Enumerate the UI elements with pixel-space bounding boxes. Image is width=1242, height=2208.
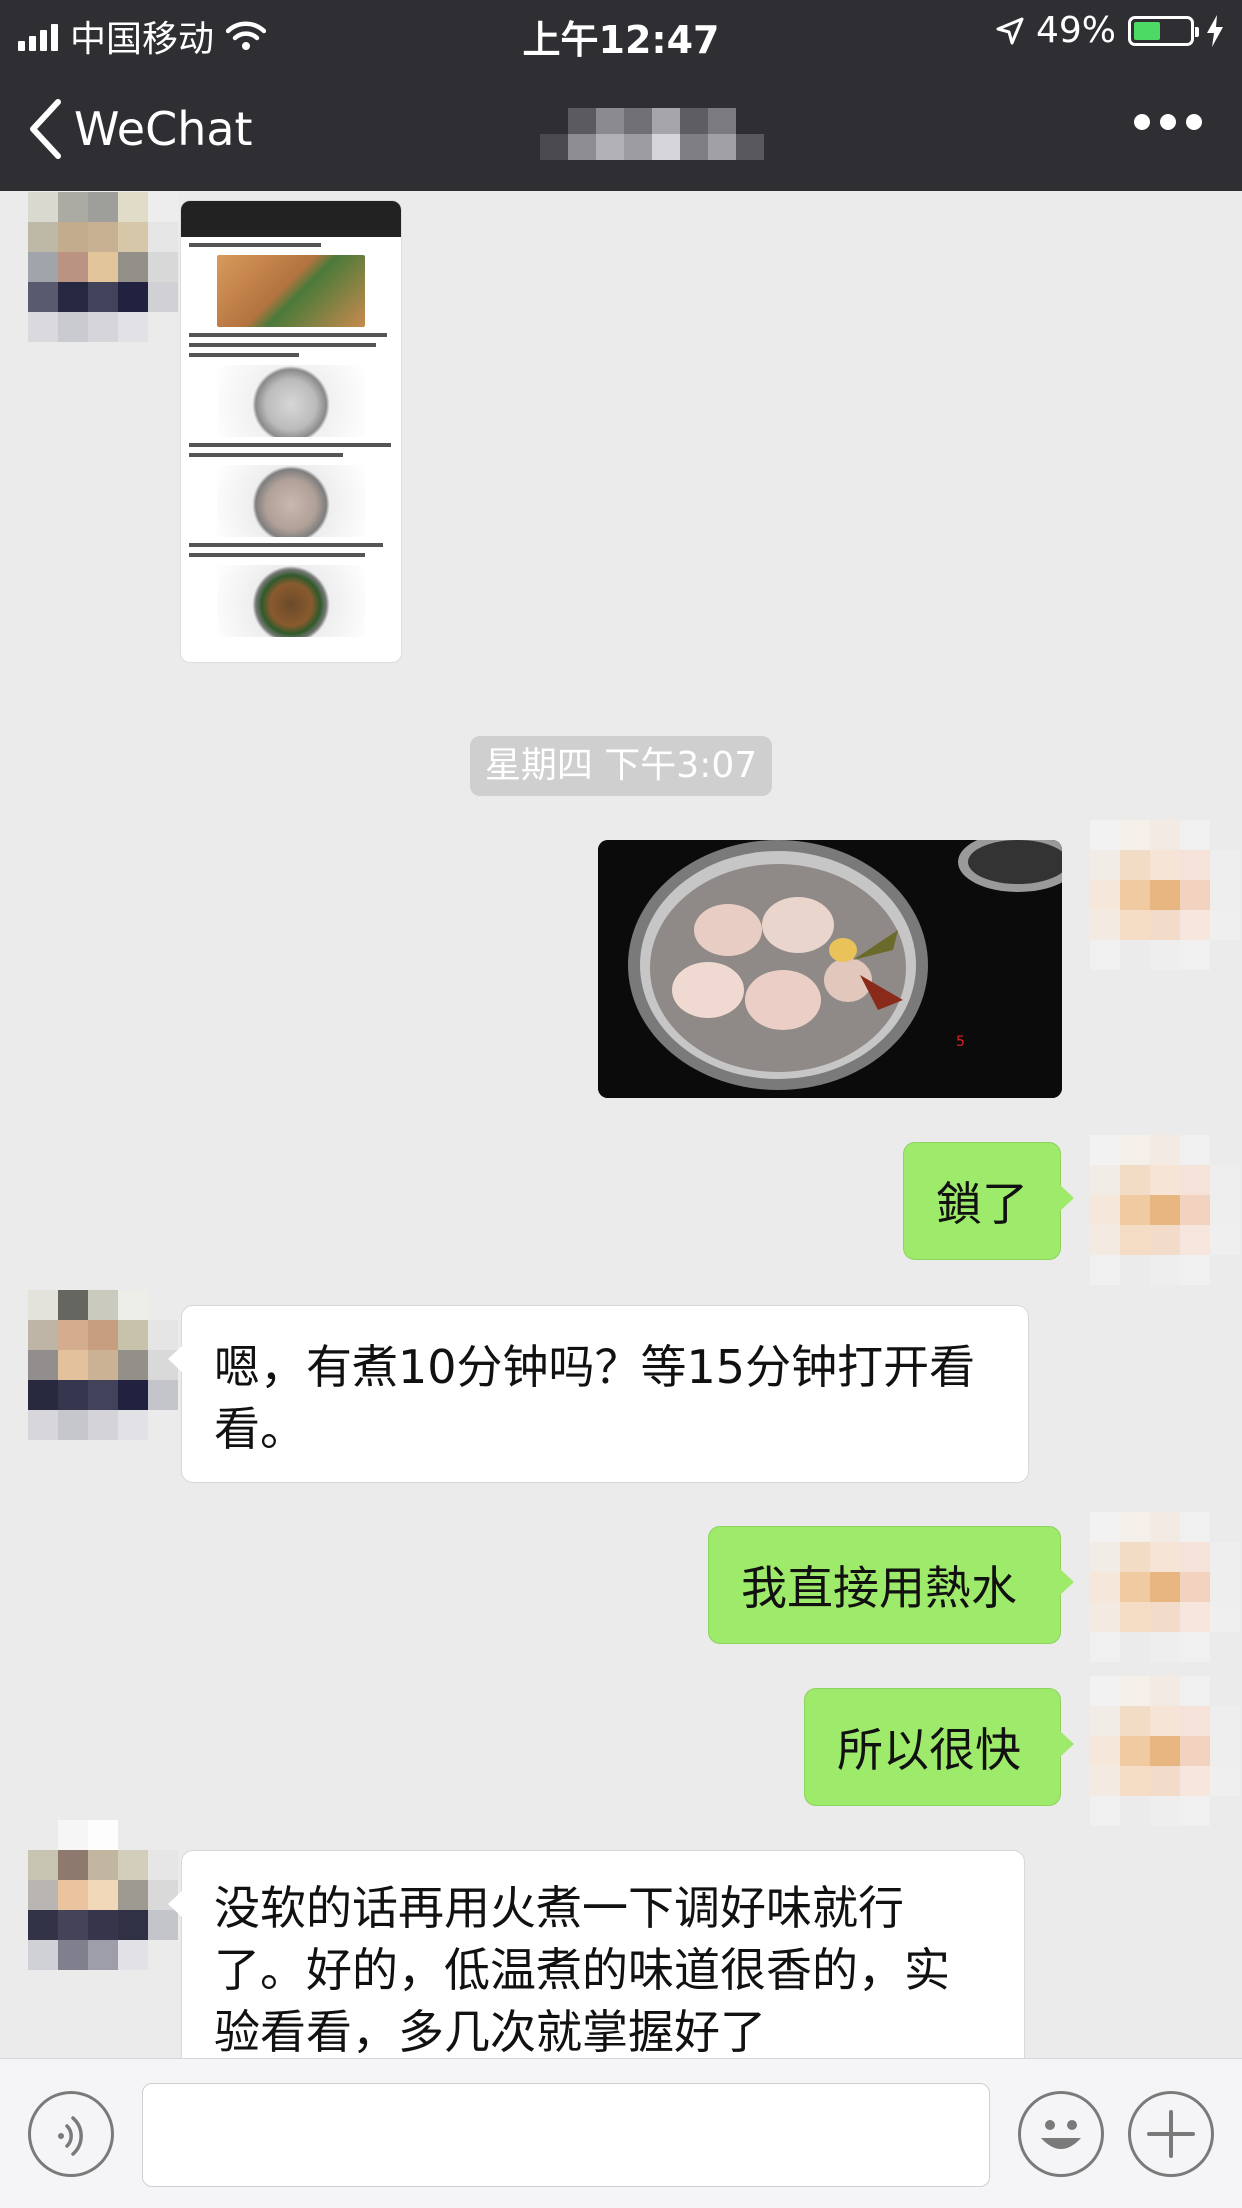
contact-avatar[interactable] <box>28 1290 178 1440</box>
nav-bar: WeChat <box>0 70 1242 190</box>
incoming-message-bubble[interactable]: 没软的话再用火煮一下调好味就行了。好的，低温煮的味道很香的，实验看看，多几次就掌… <box>168 1850 1025 2080</box>
recipe-step-photo <box>217 365 365 437</box>
message-input[interactable] <box>142 2083 990 2187</box>
my-avatar[interactable] <box>1090 1512 1240 1662</box>
status-bar: 中国移动 上午12:47 49% <box>0 0 1242 62</box>
emoji-button[interactable] <box>1018 2091 1104 2177</box>
top-bar: 中国移动 上午12:47 49% WeChat <box>0 0 1242 191</box>
status-right: 49% <box>996 10 1224 51</box>
voice-button[interactable] <box>28 2091 114 2177</box>
voice-icon <box>58 2116 83 2156</box>
my-avatar[interactable] <box>1090 820 1240 970</box>
back-label: WeChat <box>74 102 253 156</box>
message-text: 嗯，有煮10分钟吗？等15分钟打开看看。 <box>214 1340 976 1456</box>
emoji-icon <box>1041 2120 1081 2149</box>
outgoing-message-bubble[interactable]: 我直接用熱水 <box>708 1526 1074 1644</box>
input-bar <box>0 2058 1242 2208</box>
contact-avatar[interactable] <box>28 192 178 342</box>
contact-name-blurred <box>460 94 800 174</box>
location-icon <box>996 17 1024 44</box>
pot-photo-graphic: 5 <box>598 840 1062 1098</box>
more-icon <box>1134 114 1202 130</box>
recipe-screenshot-image[interactable] <box>180 200 402 663</box>
battery-percent: 49% <box>1035 10 1116 51</box>
back-button[interactable]: WeChat <box>28 98 253 160</box>
my-avatar[interactable] <box>1090 1676 1240 1826</box>
incoming-message-bubble[interactable]: 嗯，有煮10分钟吗？等15分钟打开看看。 <box>168 1305 1029 1483</box>
recipe-image-header <box>181 201 401 237</box>
charging-icon <box>1207 14 1223 47</box>
battery-icon <box>1128 15 1199 46</box>
battery-fill <box>1134 21 1160 40</box>
recipe-step-photo <box>217 565 365 637</box>
outgoing-message-bubble[interactable]: 鎖了 <box>903 1142 1074 1260</box>
svg-text:5: 5 <box>956 1034 965 1050</box>
contact-avatar[interactable] <box>28 1820 178 1970</box>
chevron-left-icon <box>30 99 61 159</box>
message-text: 鎖了 <box>936 1177 1028 1231</box>
message-text: 所以很快 <box>837 1723 1021 1777</box>
add-icon <box>1147 2110 1195 2158</box>
message-text: 我直接用熱水 <box>741 1561 1017 1615</box>
outgoing-message-bubble[interactable]: 所以很快 <box>804 1688 1074 1806</box>
message-text: 没软的话再用火煮一下调好味就行了。好的，低温煮的味道很香的，实验看看，多几次就掌… <box>214 1881 950 2059</box>
more-button[interactable] <box>1134 114 1202 130</box>
recipe-step-photo <box>217 465 365 537</box>
recipe-step-photo <box>217 255 365 327</box>
add-button[interactable] <box>1128 2091 1214 2177</box>
my-avatar[interactable] <box>1090 1135 1240 1285</box>
pot-photo-image[interactable]: 5 <box>598 840 1062 1098</box>
chat-timestamp: 星期四 下午3:07 <box>470 736 772 796</box>
